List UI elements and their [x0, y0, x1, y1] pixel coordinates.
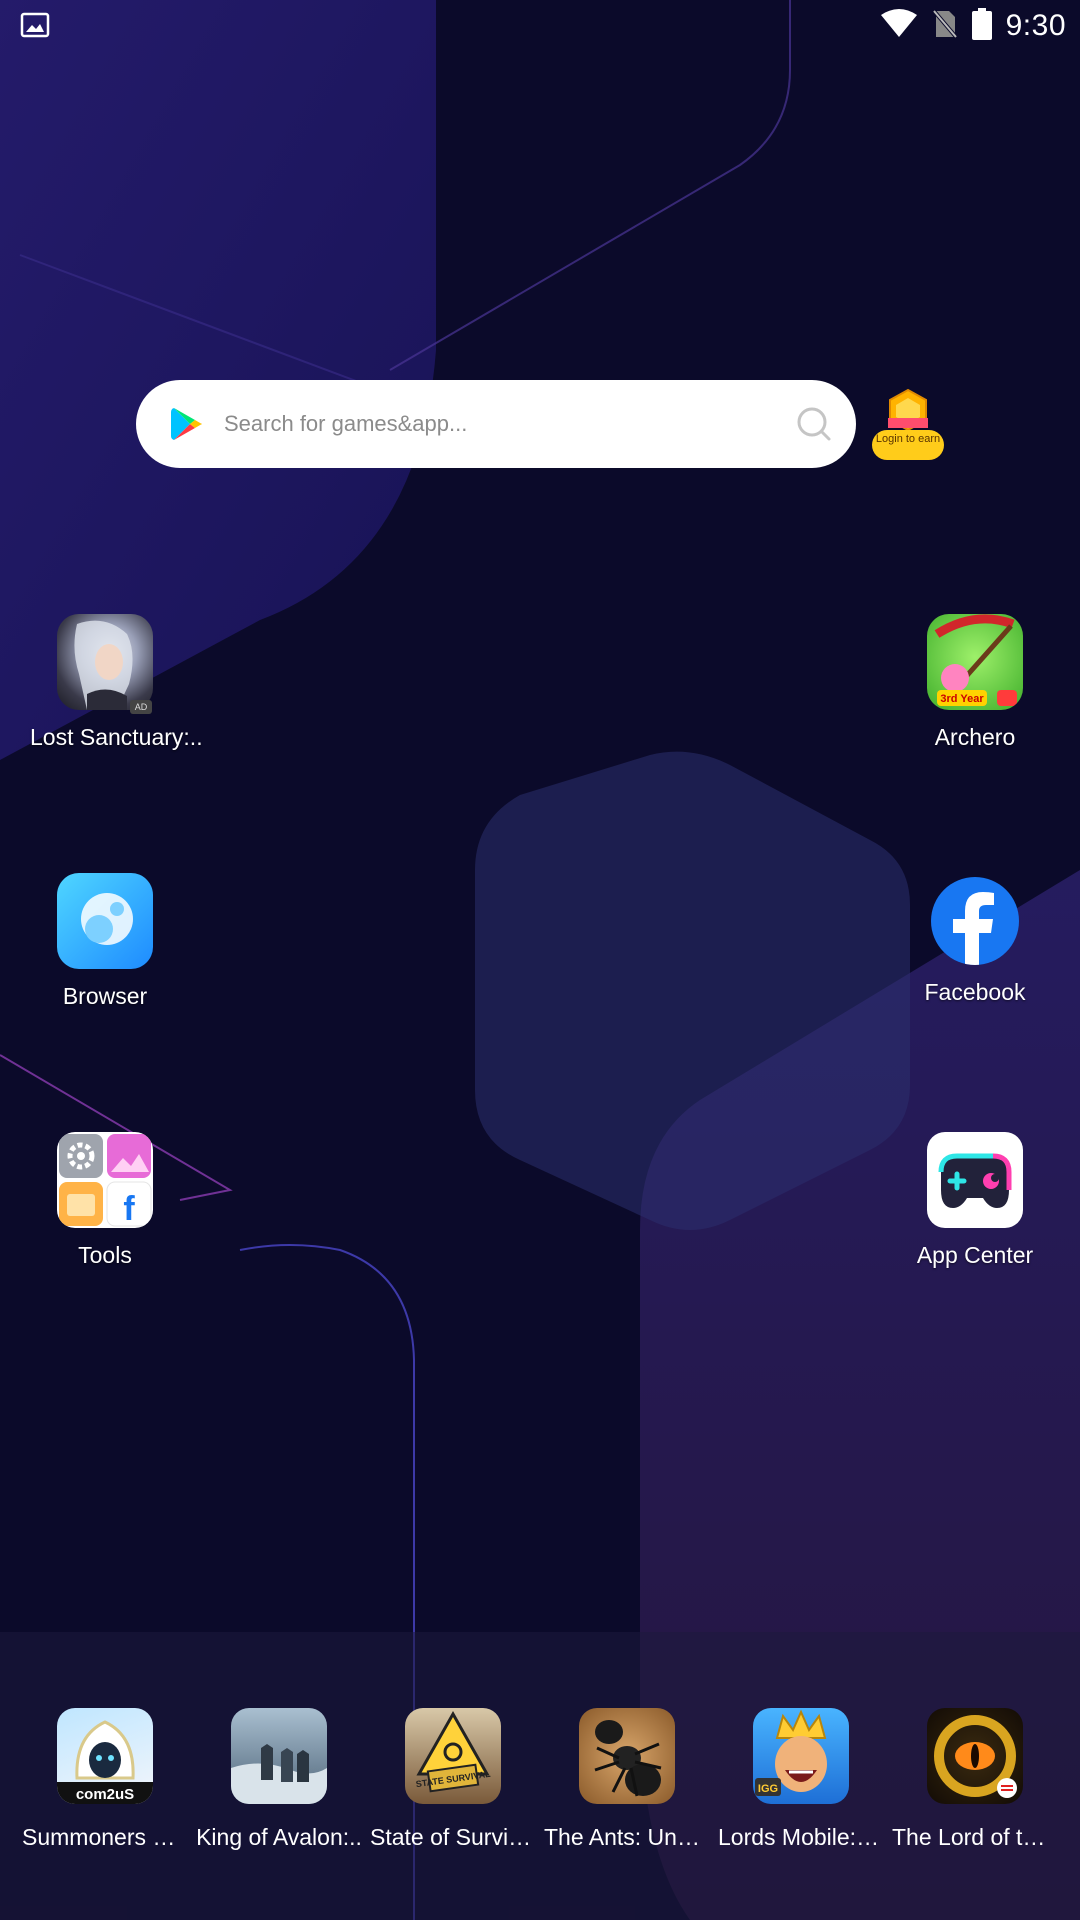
app-label: Archero	[934, 724, 1016, 750]
dock-app-label: Lords Mobile: T..	[718, 1824, 887, 1850]
app-facebook[interactable]: Facebook	[900, 873, 1050, 1006]
app-archero[interactable]: 3rd Year Archero	[900, 614, 1050, 751]
summoners-war-icon: com2uS	[57, 1708, 153, 1804]
gallery-notification-icon	[20, 10, 50, 40]
no-sim-icon	[932, 9, 958, 44]
browser-icon	[57, 873, 153, 969]
app-label: Lost Sanctuary:..	[30, 724, 203, 750]
dock-app-lord-of-the-rings[interactable]: The Lord of the..	[888, 1708, 1062, 1851]
dock-app-state-of-survival[interactable]: STATE SURVIVAL State of Survival	[366, 1708, 540, 1851]
facebook-icon	[931, 877, 1019, 965]
app-label: App Center	[916, 1242, 1034, 1268]
search-placeholder[interactable]: Search for games&app...	[224, 380, 467, 468]
app-label: Facebook	[924, 979, 1026, 1005]
dock-app-the-ants[interactable]: The Ants: Unde..	[540, 1708, 714, 1851]
lost-sanctuary-icon	[57, 614, 153, 710]
login-to-earn-button[interactable]: Login to earn	[868, 386, 948, 466]
battery-icon	[971, 7, 992, 45]
dock-app-label: Summoners War	[22, 1824, 192, 1850]
app-lost-sanctuary[interactable]: AD Lost Sanctuary:..	[30, 614, 203, 751]
search-icon[interactable]	[794, 404, 834, 444]
status-bar: 9:30	[0, 0, 1080, 52]
lord-of-the-rings-icon	[927, 1708, 1023, 1804]
state-of-survival-icon: STATE SURVIVAL	[405, 1708, 501, 1804]
dock-app-king-of-avalon[interactable]: King of Avalon:..	[192, 1708, 366, 1851]
dock-app-label: The Lord of the..	[892, 1824, 1061, 1850]
app-label: Tools	[78, 1242, 132, 1268]
clock: 9:30	[1005, 9, 1066, 42]
play-store-icon	[166, 404, 206, 444]
lords-mobile-icon: IGG	[753, 1708, 849, 1804]
dock-app-summoners-war[interactable]: com2uS Summoners War	[18, 1708, 192, 1851]
dock-app-label: State of Survival	[370, 1824, 538, 1850]
app-app-center[interactable]: App Center	[900, 1132, 1050, 1269]
reward-coin-icon	[882, 388, 934, 432]
app-center-icon	[927, 1132, 1023, 1228]
dock-app-label: King of Avalon:..	[196, 1824, 362, 1850]
app-tools-folder[interactable]: f Tools	[30, 1132, 180, 1269]
login-to-earn-label: Login to earn	[872, 430, 944, 460]
archero-badge: 3rd Year	[940, 693, 984, 705]
archero-icon: 3rd Year	[927, 614, 1023, 710]
svg-text:f: f	[123, 1190, 135, 1228]
svg-text:IGG: IGG	[758, 1783, 778, 1795]
the-ants-icon	[579, 1708, 675, 1804]
app-browser[interactable]: Browser	[30, 873, 180, 1010]
tools-folder-icon: f	[57, 1132, 153, 1228]
ad-badge: AD	[130, 700, 152, 714]
search-bar[interactable]: Search for games&app...	[136, 380, 856, 468]
app-label: Browser	[62, 983, 148, 1009]
dock-app-label: The Ants: Unde..	[544, 1824, 714, 1850]
dock-app-lords-mobile[interactable]: IGG Lords Mobile: T..	[714, 1708, 888, 1851]
wifi-icon	[880, 8, 918, 44]
svg-text:com2uS: com2uS	[76, 1786, 134, 1803]
king-of-avalon-icon	[231, 1708, 327, 1804]
